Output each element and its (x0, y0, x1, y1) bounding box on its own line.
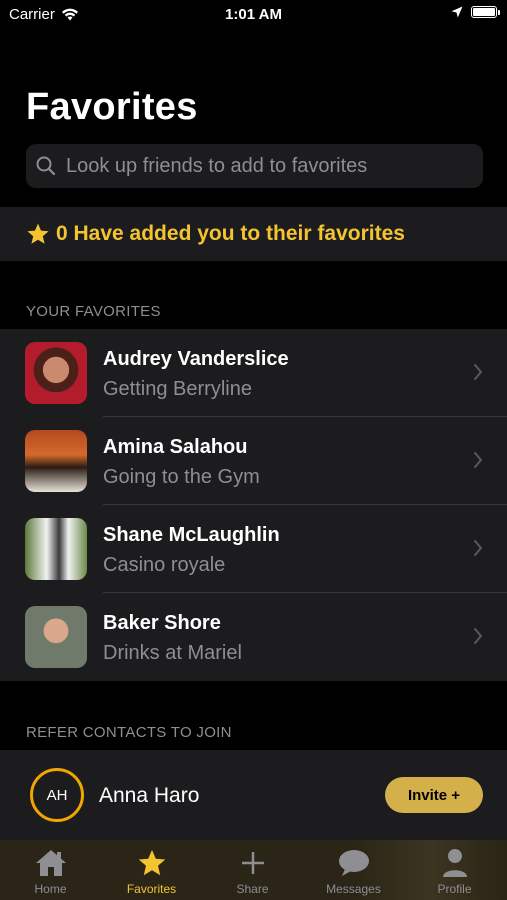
tab-profile[interactable]: Profile (404, 840, 505, 900)
status-bar: Carrier 1:01 AM (0, 0, 507, 30)
favorited-by-banner[interactable]: 0 Have added you to their favorites (0, 207, 507, 261)
favorite-row[interactable]: Shane McLaughlin Casino royale (0, 505, 507, 593)
plus-icon (241, 852, 264, 874)
favorites-list: Audrey Vanderslice Getting Berryline Ami… (0, 329, 507, 681)
avatar (25, 606, 87, 668)
chevron-right-icon (474, 628, 483, 644)
chevron-right-icon (474, 540, 483, 556)
search-icon (36, 156, 56, 176)
chat-bubble-icon (338, 850, 369, 876)
tab-bar: Home Favorites Share Messages Profile (0, 840, 507, 900)
tab-label: Favorites (126, 882, 177, 896)
favorite-status: Drinks at Mariel (103, 642, 242, 664)
tab-share[interactable]: Share (202, 840, 303, 900)
tab-home[interactable]: Home (0, 840, 101, 900)
favorite-status: Getting Berryline (103, 378, 252, 400)
tab-label: Share (236, 882, 269, 896)
tab-label: Profile (437, 882, 472, 896)
tab-label: Messages (326, 882, 381, 896)
favorite-row[interactable]: Amina Salahou Going to the Gym (0, 417, 507, 505)
contact-initials-avatar: AH (30, 768, 84, 822)
avatar (25, 518, 87, 580)
avatar (25, 342, 87, 404)
favorite-status: Casino royale (103, 554, 226, 576)
person-icon (442, 849, 467, 877)
favorite-name: Baker Shore (103, 612, 221, 634)
section-header-favorites: YOUR FAVORITES (26, 303, 161, 320)
clock: 1:01 AM (225, 6, 282, 23)
chevron-right-icon (474, 452, 483, 468)
star-icon (27, 223, 49, 244)
contact-name: Anna Haro (99, 784, 200, 807)
tab-messages[interactable]: Messages (303, 840, 404, 900)
favorited-by-count: 0 Have added you to their favorites (56, 222, 405, 245)
favorite-status: Going to the Gym (103, 466, 260, 488)
contact-row: AH Anna Haro Invite + (0, 750, 507, 840)
favorite-name: Amina Salahou (103, 436, 248, 458)
tab-label: Home (34, 882, 67, 896)
favorite-row[interactable]: Audrey Vanderslice Getting Berryline (0, 329, 507, 417)
location-arrow-icon (451, 6, 463, 18)
favorite-row[interactable]: Baker Shore Drinks at Mariel (0, 593, 507, 681)
status-right (451, 6, 500, 18)
page-title: Favorites (26, 86, 198, 128)
section-header-refer: REFER CONTACTS TO JOIN (26, 724, 232, 741)
search-input[interactable] (64, 153, 468, 179)
chevron-right-icon (474, 364, 483, 380)
battery-icon (471, 6, 500, 18)
star-icon (138, 849, 165, 876)
home-icon (35, 850, 66, 876)
favorite-name: Shane McLaughlin (103, 524, 280, 546)
avatar (25, 430, 87, 492)
search-bar[interactable] (26, 144, 483, 188)
tab-favorites[interactable]: Favorites (101, 840, 202, 900)
favorite-name: Audrey Vanderslice (103, 348, 289, 370)
invite-button[interactable]: Invite + (385, 777, 483, 813)
